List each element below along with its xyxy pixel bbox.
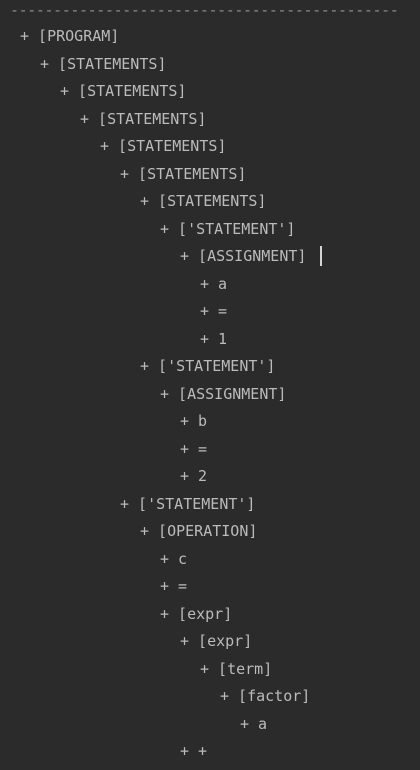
tree-line: + [expr]: [180, 632, 253, 650]
tree-line: + =: [200, 302, 228, 320]
tree-line: + =: [180, 440, 208, 458]
tree-line: + [expr]: [160, 605, 233, 623]
text-caret: [320, 246, 322, 266]
tree-line: + a: [240, 715, 268, 733]
tree-line: + [ASSIGNMENT]: [160, 385, 287, 403]
tree-line: + a: [200, 275, 228, 293]
tree-line: + [STATEMENTS]: [120, 165, 247, 183]
tree-line: + ['STATEMENT']: [120, 495, 256, 513]
tree-line: + ['STATEMENT']: [140, 357, 276, 375]
tree-line: + [term]: [200, 660, 273, 678]
tree-line: + +: [180, 742, 208, 760]
tree-line: + b: [180, 412, 208, 430]
output-separator: ----------------------------------------…: [10, 1, 399, 19]
run-console-output[interactable]: ----------------------------------------…: [0, 0, 420, 770]
tree-line: + c: [160, 550, 188, 568]
tree-line: + 1: [200, 330, 228, 348]
tree-line: + [ASSIGNMENT]: [180, 247, 307, 265]
tree-line: + 2: [180, 467, 208, 485]
tree-line: + [STATEMENTS]: [80, 110, 207, 128]
tree-line: + [STATEMENTS]: [60, 82, 187, 100]
tree-line: + [factor]: [220, 687, 311, 705]
tree-line: + [STATEMENTS]: [140, 192, 267, 210]
tree-line: + =: [160, 577, 188, 595]
tree-line: + ['STATEMENT']: [160, 220, 296, 238]
tree-line: + [OPERATION]: [140, 522, 258, 540]
tree-line: + [PROGRAM]: [20, 27, 120, 45]
tree-line: + [STATEMENTS]: [40, 55, 167, 73]
tree-line: + [STATEMENTS]: [100, 137, 227, 155]
